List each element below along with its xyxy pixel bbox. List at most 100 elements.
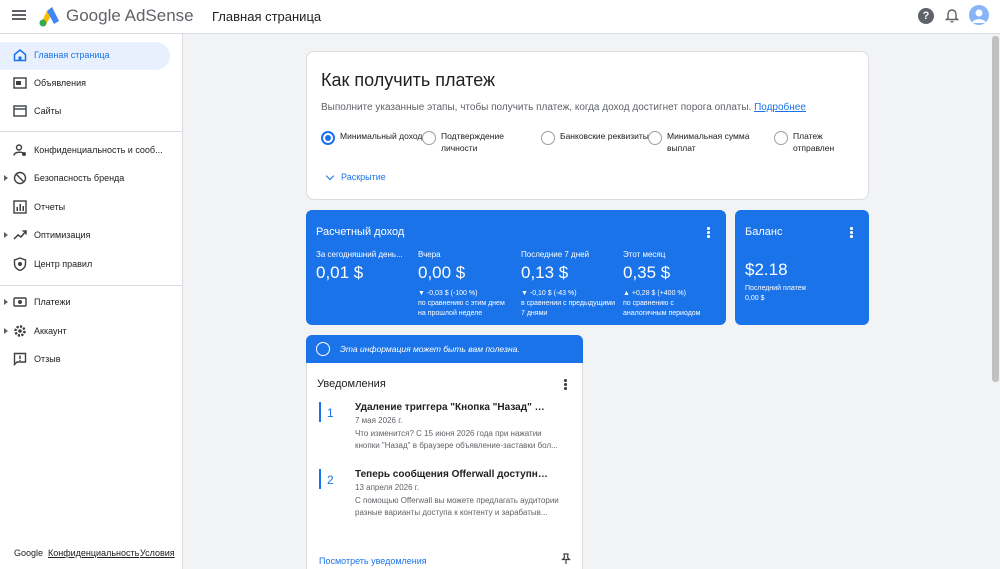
trending-icon [13,230,27,240]
step-label: Платеж отправлен [793,131,835,153]
period-compare: по сравнению с этим днем на прошлой неде… [418,300,505,317]
sidebar-item-label: Безопасность бренда [34,173,125,183]
sidebar-item-optimization[interactable]: Оптимизация [0,222,170,250]
period-label: За сегодняшний день... [316,250,403,259]
balance-value: $2.18 [745,260,788,279]
feedback-icon [13,352,27,366]
page-title: Главная страница [212,9,322,24]
step-label: Подтверждение личности [441,131,504,153]
period-value: 0,13 $ [521,263,569,282]
notification-accent [319,402,321,422]
balance-card: Баланс $2.18 Последний платеж 0,00 $ [735,210,869,325]
period-change: ▲ +0,28 $ (+400 %) [623,290,686,297]
notification-item[interactable]: 1 Удаление триггера "Кнопка "Назад" в б.… [319,402,569,464]
more-link[interactable]: Подробнее [754,102,806,113]
scrollbar-thumb[interactable] [992,36,999,382]
revenue-today: За сегодняшний день... 0,01 $ [316,250,411,283]
privacy-link[interactable]: Конфиденциальность [48,548,139,558]
notification-item[interactable]: 2 Теперь сообщения Offerwall доступны в.… [319,469,569,531]
top-bar: Google AdSense Главная страница ? [0,0,1000,34]
pin-icon[interactable] [560,553,572,565]
sidebar-item-label: Сайты [34,106,62,116]
period-label: Последние 7 дней [521,250,590,259]
sidebar-item-reports[interactable]: Отчеты [0,194,170,222]
info-icon [316,342,330,356]
last-payment: Последний платеж 0,00 $ [745,284,806,304]
period-compare: в сравнении с предыдущими 7 днями [521,300,616,317]
expand-arrow-icon[interactable] [4,299,8,305]
block-icon [13,171,27,185]
sidebar-item-label: Отзыв [34,354,61,364]
more-options-icon[interactable] [850,227,854,239]
gear-icon [14,325,26,337]
period-value: 0,00 $ [418,263,466,282]
sidebar: Главная страница Объявления Сайты Конфид… [0,34,183,569]
scrollbar[interactable] [991,34,1000,569]
notification-date: 13 апреля 2026 г. [355,483,419,492]
sidebar-item-label: Объявления [34,78,87,88]
card-title: Уведомления [317,378,386,390]
card-title: Расчетный доход [316,226,405,238]
expand-arrow-icon[interactable] [4,175,8,181]
notification-title: Удаление триггера "Кнопка "Назад" в б... [355,402,550,413]
notification-number: 1 [327,406,334,420]
more-options-icon[interactable] [707,227,711,239]
help-icon[interactable]: ? [918,8,934,24]
payments-icon [13,297,27,307]
sidebar-item-account[interactable]: Аккаунт [0,318,170,346]
step-label: Минимальный доход [340,131,423,141]
expand-arrow-icon[interactable] [4,328,8,334]
menu-icon[interactable] [12,8,30,26]
sidebar-item-payments[interactable]: Платежи [0,289,170,317]
period-label: Этот месяц [623,250,666,259]
brand-name: Google AdSense [66,6,194,25]
period-change: ▼ -0,10 $ (-43 %) [521,290,577,297]
revenue-this-month: Этот месяц 0,35 $ ▲ +0,28 $ (+400 %) по … [623,250,718,319]
terms-link[interactable]: Условия [140,548,175,558]
step-check-icon [774,131,788,145]
period-value: 0,35 $ [623,263,671,282]
notifications-card: Уведомления 1 Удаление триггера "Кнопка … [306,363,583,569]
step-check-icon [321,131,335,145]
chevron-down-icon [325,171,335,181]
notification-body: Что изменится? С 15 июня 2026 года при н… [355,429,558,450]
sidebar-item-brand-safety[interactable]: Безопасность бренда [0,165,170,193]
sidebar-item-privacy[interactable]: Конфиденциальность и сооб... [0,137,170,165]
step-check-icon [648,131,662,145]
payment-steps-card: Как получить платеж Выполните указанные … [306,51,869,200]
sidebar-item-feedback[interactable]: Отзыв [0,346,170,374]
avatar[interactable] [969,5,989,25]
view-notifications-link[interactable]: Посмотреть уведомления [319,556,427,566]
policy-icon [13,257,27,271]
more-options-icon[interactable] [564,379,568,391]
last-payment-label: Последний платеж [745,285,807,292]
privacy-icon [13,144,26,156]
ads-icon [13,77,27,89]
home-icon [13,49,27,62]
sidebar-item-ads[interactable]: Объявления [0,70,170,98]
card-title: Баланс [745,226,783,238]
expand-arrow-icon[interactable] [4,232,8,238]
sites-icon [13,105,27,117]
step-check-icon [422,131,436,145]
sidebar-item-label: Оптимизация [34,230,91,240]
bell-icon[interactable] [944,8,960,24]
sidebar-item-label: Центр правил [34,259,93,269]
sidebar-item-label: Конфиденциальность и сооб... [34,145,163,155]
google-footer-label: Google [14,548,44,558]
card-description: Выполните указанные этапы, чтобы получит… [321,102,806,113]
revenue-yesterday: Вчера 0,00 $ ▼ -0,03 $ (-100 %) по сравн… [418,250,513,319]
notification-date: 7 мая 2026 г. [355,416,403,425]
sidebar-item-label: Главная страница [34,50,110,60]
sidebar-item-label: Аккаунт [34,326,67,336]
info-banner: Эта информация может быть вам полезна. [306,335,583,363]
sidebar-item-sites[interactable]: Сайты [0,98,170,126]
notification-accent [319,469,321,489]
step-check-icon [541,131,555,145]
sidebar-item-policy[interactable]: Центр правил [0,251,170,279]
revenue-7-days: Последние 7 дней 0,13 $ ▼ -0,10 $ (-43 %… [521,250,616,319]
description-text: Выполните указанные этапы, чтобы получит… [321,102,752,113]
notification-body: С помощью Offerwall вы можете предлагать… [355,496,559,517]
divider [0,131,183,132]
sidebar-item-home[interactable]: Главная страница [0,42,170,70]
